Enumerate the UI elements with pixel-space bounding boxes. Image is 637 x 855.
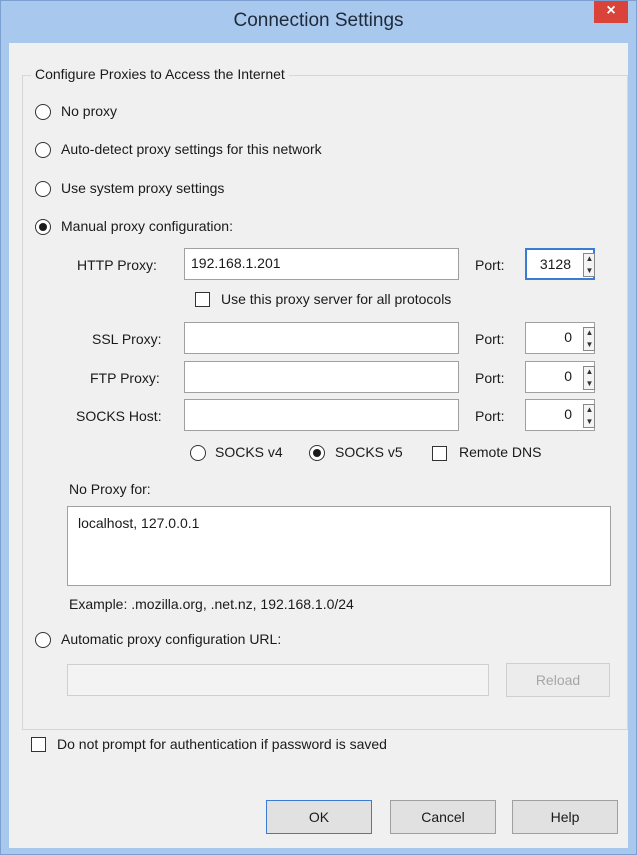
- spin-down-icon[interactable]: ▼: [585, 379, 594, 389]
- socks-v4-radio[interactable]: [190, 445, 206, 461]
- share-proxy-checkbox[interactable]: [195, 292, 210, 307]
- socks-port-label: Port:: [475, 408, 505, 424]
- proxy-group-legend: Configure Proxies to Access the Internet: [31, 66, 289, 82]
- ssl-port-spinner[interactable]: ▲ ▼: [583, 327, 595, 351]
- spin-up-icon[interactable]: ▲: [585, 405, 594, 415]
- no-auth-prompt-label: Do not prompt for authentication if pass…: [57, 736, 387, 752]
- auto-config-url-radio[interactable]: [35, 632, 51, 648]
- http-proxy-input[interactable]: 192.168.1.201: [184, 248, 459, 280]
- help-button[interactable]: Help: [512, 800, 618, 834]
- socks-v5-label: SOCKS v5: [335, 444, 403, 460]
- auto-config-url-input[interactable]: [67, 664, 489, 696]
- ftp-port-spinner[interactable]: ▲ ▼: [583, 366, 595, 390]
- socks-v5-radio[interactable]: [309, 445, 325, 461]
- ssl-port-label: Port:: [475, 331, 505, 347]
- connection-settings-dialog: Connection Settings × Configure Proxies …: [0, 0, 637, 855]
- no-auth-prompt-checkbox[interactable]: [31, 737, 46, 752]
- socks-host-input[interactable]: [184, 399, 459, 431]
- http-port-label: Port:: [475, 257, 505, 273]
- system-proxy-radio[interactable]: [35, 181, 51, 197]
- no-proxy-label: No proxy: [61, 103, 118, 119]
- socks-port-spinner[interactable]: ▲ ▼: [583, 404, 595, 428]
- close-icon: ×: [606, 2, 616, 19]
- auto-detect-radio[interactable]: [35, 142, 51, 158]
- http-proxy-label: HTTP Proxy:: [77, 257, 157, 273]
- dialog-body: Configure Proxies to Access the Internet…: [9, 43, 628, 848]
- remote-dns-label: Remote DNS: [459, 444, 542, 460]
- spin-down-icon[interactable]: ▼: [585, 266, 594, 276]
- manual-proxy-radio[interactable]: [35, 219, 51, 235]
- socks-v4-label: SOCKS v4: [215, 444, 283, 460]
- auto-detect-label: Auto-detect proxy settings for this netw…: [61, 141, 322, 157]
- ftp-proxy-input[interactable]: [184, 361, 459, 393]
- share-proxy-label: Use this proxy server for all protocols: [221, 291, 452, 307]
- system-proxy-label: Use system proxy settings: [61, 180, 225, 196]
- http-port-spinner[interactable]: ▲ ▼: [583, 253, 595, 277]
- ssl-proxy-label: SSL Proxy:: [92, 331, 162, 347]
- spin-down-icon[interactable]: ▼: [585, 340, 594, 350]
- no-proxy-for-label: No Proxy for:: [69, 481, 151, 497]
- reload-button[interactable]: Reload: [506, 663, 610, 697]
- no-proxy-for-textarea[interactable]: localhost, 127.0.0.1: [67, 506, 611, 586]
- spin-up-icon[interactable]: ▲: [585, 254, 594, 264]
- spin-up-icon[interactable]: ▲: [585, 328, 594, 338]
- auto-config-url-label: Automatic proxy configuration URL:: [61, 631, 282, 647]
- ok-button[interactable]: OK: [266, 800, 372, 834]
- remote-dns-checkbox[interactable]: [432, 446, 447, 461]
- cancel-button[interactable]: Cancel: [390, 800, 496, 834]
- title-bar[interactable]: Connection Settings ×: [1, 1, 636, 43]
- manual-proxy-label: Manual proxy configuration:: [61, 218, 233, 234]
- dialog-title: Connection Settings: [233, 10, 404, 31]
- spin-up-icon[interactable]: ▲: [585, 367, 594, 377]
- socks-host-label: SOCKS Host:: [76, 408, 162, 424]
- ftp-port-label: Port:: [475, 370, 505, 386]
- close-button[interactable]: ×: [594, 1, 628, 23]
- ftp-proxy-label: FTP Proxy:: [90, 370, 160, 386]
- no-proxy-example: Example: .mozilla.org, .net.nz, 192.168.…: [69, 596, 354, 612]
- no-proxy-radio[interactable]: [35, 104, 51, 120]
- spin-down-icon[interactable]: ▼: [585, 417, 594, 427]
- ssl-proxy-input[interactable]: [184, 322, 459, 354]
